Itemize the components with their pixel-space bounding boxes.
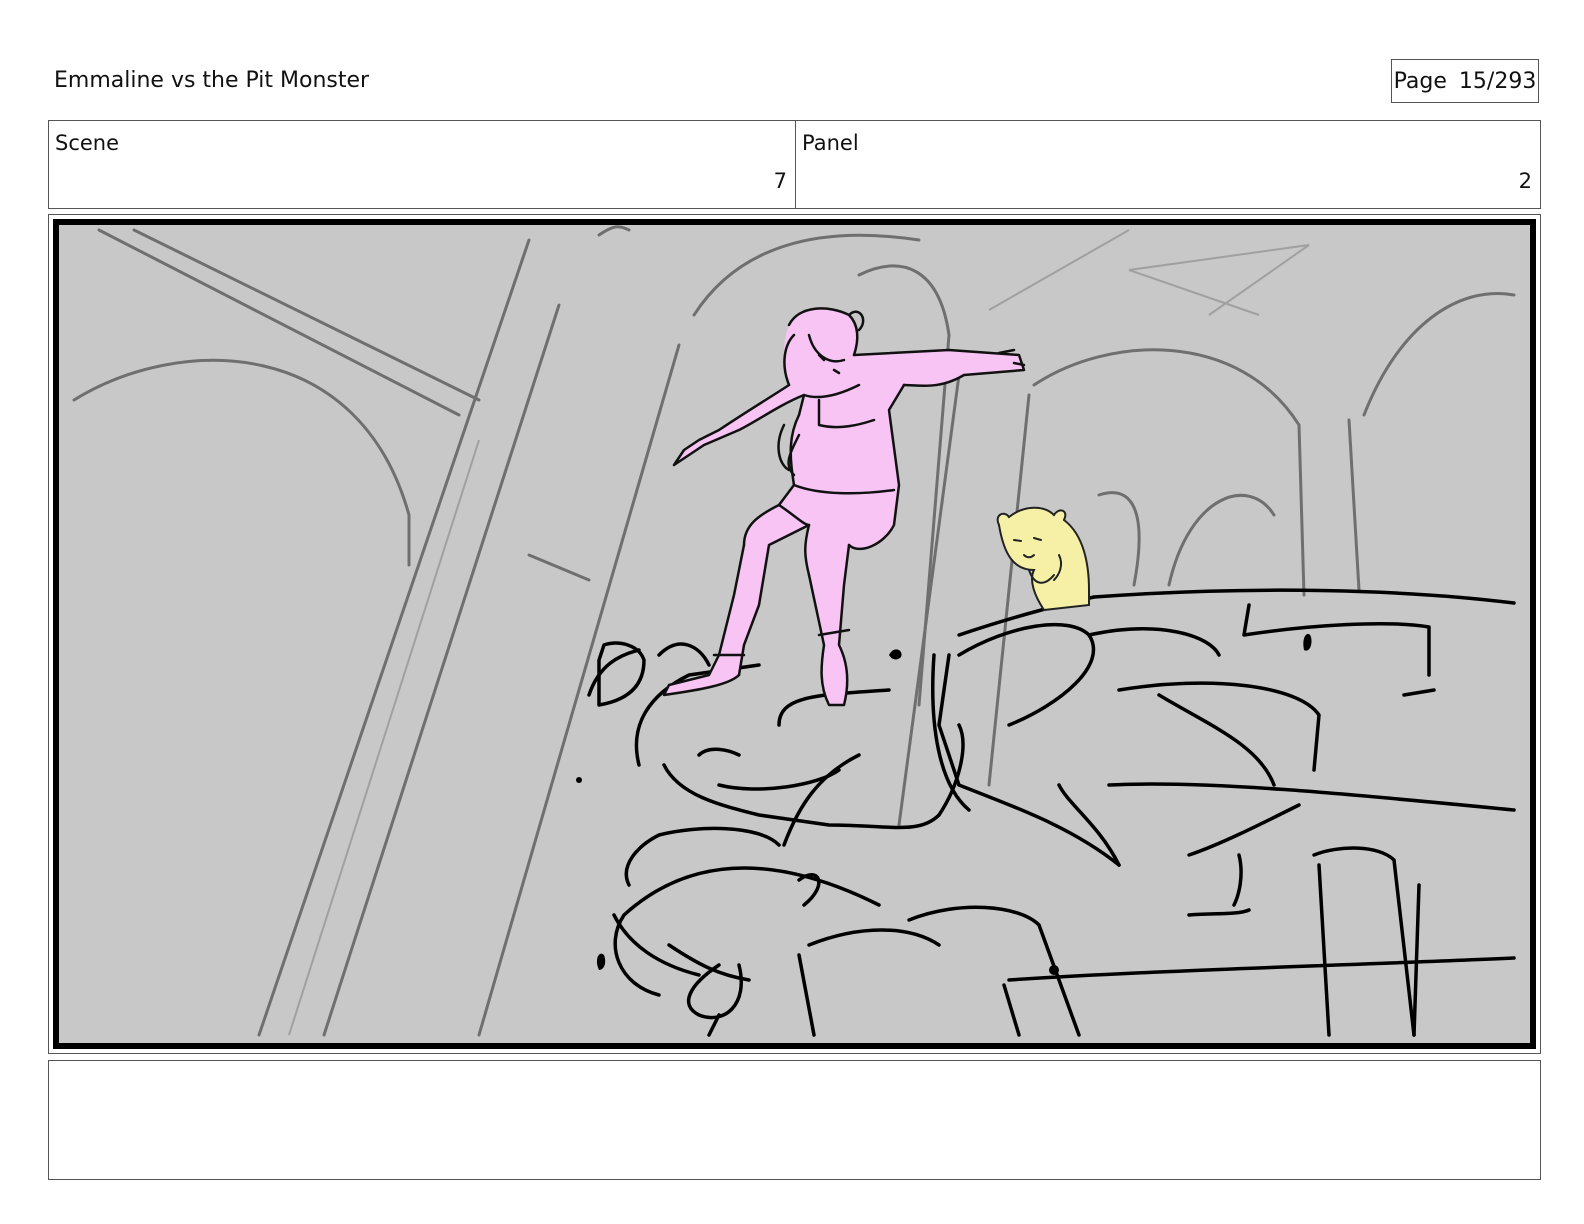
panel-number: 2	[1518, 169, 1532, 193]
scene-number: 7	[773, 169, 787, 193]
sketch-illustration	[72, 225, 1516, 1037]
hamster-creature-sketch	[996, 506, 1090, 611]
panel-notes-box	[48, 1060, 1541, 1180]
page-label: Page	[1393, 68, 1447, 94]
emmaline-character-sketch	[662, 307, 1026, 707]
scene-label: Scene	[55, 131, 120, 155]
storyboard-title: Emmaline vs the Pit Monster	[54, 68, 370, 93]
girl-fill	[664, 308, 1024, 705]
panel-cell: Panel 2	[796, 121, 1540, 208]
page-number: 15/293	[1458, 68, 1537, 94]
page-indicator: Page 15/293	[1391, 59, 1539, 103]
storyboard-panel-drawing	[53, 219, 1536, 1049]
scene-panel-header: Scene 7 Panel 2	[48, 120, 1541, 209]
scene-cell: Scene 7	[49, 121, 796, 208]
panel-label: Panel	[802, 131, 859, 155]
